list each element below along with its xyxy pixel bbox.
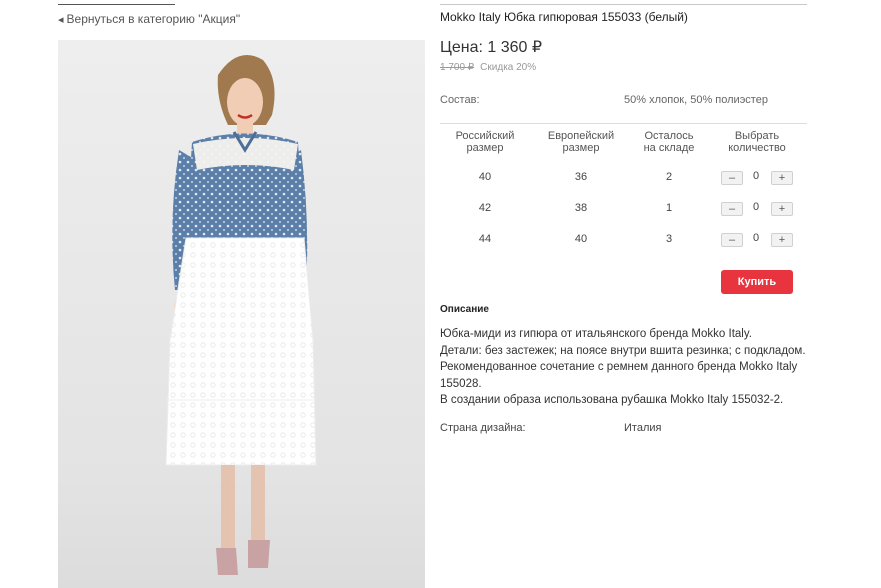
back-to-category-link[interactable]: ◂ Вернуться в категорию "Акция" [58,12,240,26]
top-divider-left [58,4,175,5]
description-title: Описание [440,304,489,315]
qty-plus-button[interactable]: + [771,233,793,247]
header-ru-size-line2: размер [466,142,504,154]
cell-ru-size: 42 [478,202,492,214]
qty-value[interactable]: 0 [750,232,762,244]
header-eu-size-line1: Европейский [547,130,615,142]
cell-ru-size: 44 [478,233,492,245]
discount-label: Скидка 20% [480,62,537,73]
qty-plus-button[interactable]: + [771,202,793,216]
composition-value: 50% хлопок, 50% полиэстер [624,94,768,106]
price: Цена: 1 360 ₽ [440,39,543,56]
country-value: Италия [624,422,662,434]
top-divider-right [440,4,807,5]
qty-value[interactable]: 0 [750,170,762,182]
cell-ru-size: 40 [478,171,492,183]
description-line: Юбка-миди из гипюра от итальянского брен… [440,328,752,340]
header-ru-size-line1: Российский [455,130,515,142]
description-line: Детали: без застежек; на поясе внутри вш… [440,344,806,390]
header-stock: Осталось на складе [636,130,702,154]
back-link-label: Вернуться в категорию "Акция" [66,12,241,26]
header-ru-size: Российский размер [447,130,523,154]
header-eu-size: Европейский размер [541,130,621,154]
product-photo[interactable] [58,40,425,588]
header-stock-line2: на складе [643,142,695,154]
description-line: В создании образа использована рубашка M… [440,394,784,406]
cell-eu-size: 38 [574,202,588,214]
cell-stock: 1 [665,202,673,214]
qty-minus-button[interactable]: – [721,171,743,185]
header-qty: Выбрать количество [721,130,793,154]
arrow-left-icon: ◂ [58,14,64,26]
description-text: Юбка-миди из гипюра от итальянского брен… [440,326,807,409]
buy-button[interactable]: Купить [721,270,793,294]
qty-value[interactable]: 0 [750,201,762,213]
cell-stock: 3 [665,233,673,245]
cell-eu-size: 36 [574,171,588,183]
header-eu-size-line2: размер [562,142,600,154]
header-qty-line1: Выбрать [734,130,780,142]
table-separator [440,123,807,124]
qty-minus-button[interactable]: – [721,202,743,216]
composition-label: Состав: [440,94,480,106]
cell-eu-size: 40 [574,233,588,245]
header-stock-line1: Осталось [644,130,694,142]
country-label: Страна дизайна: [440,422,526,434]
qty-minus-button[interactable]: – [721,233,743,247]
old-price: 1 700 ₽ [440,62,475,73]
qty-plus-button[interactable]: + [771,171,793,185]
old-price-row: 1 700 ₽ Скидка 20% [440,62,536,73]
model-illustration [165,55,317,575]
header-qty-line2: количество [728,142,786,154]
cell-stock: 2 [665,171,673,183]
product-title: Mokko Italy Юбка гипюровая 155033 (белый… [440,10,688,24]
